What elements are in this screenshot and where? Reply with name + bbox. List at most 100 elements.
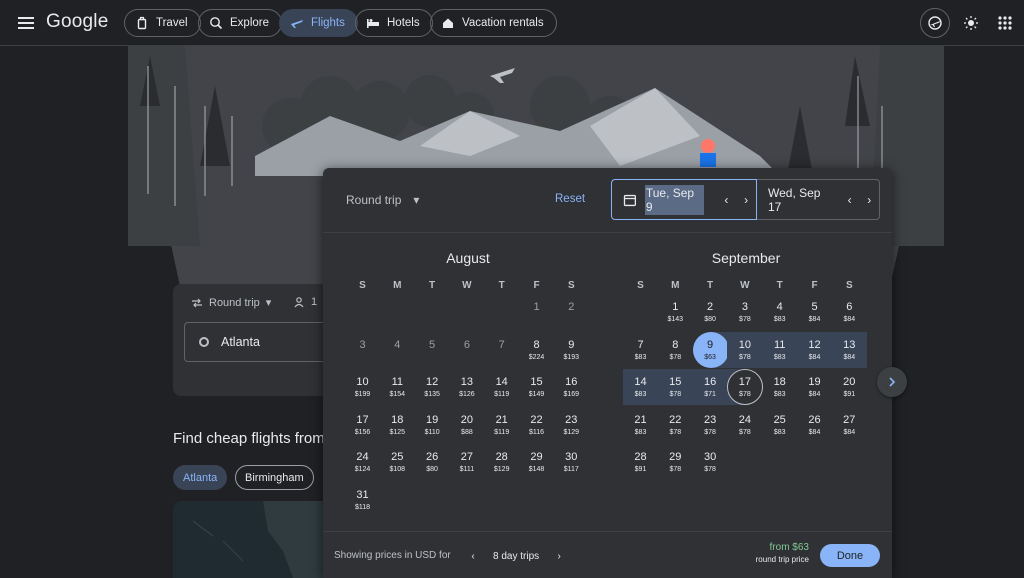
calendar-day[interactable]: 17 $156: [345, 407, 380, 443]
calendar-day[interactable]: 16 $169: [554, 369, 589, 405]
calendar-day[interactable]: 29 $148: [519, 444, 554, 480]
calendar-day[interactable]: 3 $78: [727, 294, 762, 330]
return-date-field[interactable]: Wed, Sep 17 ‹ ›: [757, 179, 880, 220]
done-button[interactable]: Done: [820, 544, 880, 567]
calendar-day[interactable]: 25 $108: [380, 444, 415, 480]
chevron-right-icon[interactable]: ›: [859, 190, 879, 210]
calendar-day[interactable]: 1 $143: [658, 294, 693, 330]
city-chip-birmingham[interactable]: Birmingham: [235, 465, 314, 490]
chevron-left-icon[interactable]: ‹: [463, 546, 483, 566]
day-number: 6: [463, 338, 470, 351]
nav-travel-label: Travel: [156, 17, 188, 29]
destination-map[interactable]: [173, 501, 323, 578]
day-price: $118: [354, 503, 371, 511]
calendar-day[interactable]: 13 $84: [831, 331, 867, 368]
calendar-day[interactable]: 12 $84: [797, 331, 832, 368]
calendar-day[interactable]: 13 $126: [449, 369, 484, 405]
calendar-day[interactable]: 28 $91: [623, 444, 658, 480]
calendar-day[interactable]: 19 $110: [415, 407, 450, 443]
calendar-day[interactable]: 26 $80: [415, 444, 450, 480]
day-number: 21: [634, 413, 647, 426]
calendar-day[interactable]: 10 $78: [727, 331, 763, 368]
nav-hotels[interactable]: Hotels: [355, 9, 433, 37]
calendar-day[interactable]: 22 $116: [519, 407, 554, 443]
city-chip-atlanta[interactable]: Atlanta: [173, 465, 228, 490]
day-price: $125: [389, 428, 406, 436]
nav-flights[interactable]: Flights: [279, 9, 358, 37]
calendar-day[interactable]: 14 $119: [484, 369, 519, 405]
calendar-day[interactable]: 9 $193: [554, 332, 589, 368]
trip-length-selector: ‹ 8 day trips ›: [463, 546, 569, 566]
calendar-day[interactable]: 5 $84: [797, 294, 832, 330]
calendar-day[interactable]: 27 $111: [449, 444, 484, 480]
calendar-day[interactable]: 11 $154: [380, 369, 415, 405]
trip-type-select[interactable]: Round trip ▾: [191, 296, 271, 309]
calendar-day[interactable]: 30 $117: [554, 444, 589, 480]
calendar-day[interactable]: 14 $83: [623, 369, 658, 405]
dialog-trip-type-select[interactable]: Round trip ▾: [346, 193, 419, 207]
calendar-day[interactable]: 29 $78: [658, 444, 693, 480]
day-number: 29: [530, 451, 543, 463]
next-month-button[interactable]: [877, 367, 907, 397]
calendar-day[interactable]: 25 $83: [762, 407, 797, 443]
calendar-day[interactable]: 11 $83: [762, 331, 798, 368]
day-number: 8: [672, 338, 679, 351]
day-number: 13: [843, 338, 856, 351]
calendar-day[interactable]: 26 $84: [797, 407, 832, 443]
calendar-day[interactable]: 17 $78: [727, 369, 764, 405]
calendar-day[interactable]: 27 $84: [832, 407, 867, 443]
nav-explore-label: Explore: [230, 17, 269, 29]
calendar-day[interactable]: 6 $84: [832, 294, 867, 330]
chevron-left-icon[interactable]: ‹: [716, 190, 736, 210]
calendar-day[interactable]: 30 $78: [693, 444, 728, 480]
calendar-day[interactable]: 10 $199: [345, 369, 380, 405]
weekday-header: T: [498, 280, 505, 291]
theme-toggle-icon[interactable]: [959, 11, 983, 35]
calendar-day[interactable]: 20 $88: [449, 407, 484, 443]
calendar-day[interactable]: 12 $135: [415, 369, 450, 405]
calendar-day[interactable]: 2 $80: [693, 294, 728, 330]
google-logo[interactable]: Google: [46, 11, 108, 33]
reset-button[interactable]: Reset: [555, 193, 585, 205]
calendar-day[interactable]: 28 $129: [484, 444, 519, 480]
chevron-left-icon[interactable]: ‹: [840, 190, 860, 210]
calendar-day[interactable]: 18 $83: [762, 369, 797, 405]
apps-grid-icon[interactable]: [993, 11, 1017, 35]
calendar-day[interactable]: 19 $84: [797, 369, 832, 405]
departure-date-field[interactable]: Tue, Sep 9 ‹ ›: [611, 179, 757, 220]
day-price: $83: [634, 353, 647, 361]
nav-explore[interactable]: Explore: [198, 9, 282, 37]
calendar-day[interactable]: 4 $83: [762, 294, 797, 330]
chevron-right-icon[interactable]: ›: [549, 546, 569, 566]
calendar-day[interactable]: 20 $91: [832, 369, 867, 405]
calendar-day[interactable]: 16 $71: [692, 369, 728, 405]
nav-travel[interactable]: Travel: [124, 9, 201, 37]
calendar-day[interactable]: 8 $78: [658, 332, 693, 368]
chevron-right-icon[interactable]: ›: [736, 190, 756, 210]
day-price: $143: [667, 316, 684, 323]
nav-vacation-rentals[interactable]: Vacation rentals: [430, 9, 557, 37]
calendar-day[interactable]: 22 $78: [658, 407, 693, 443]
day-price: $154: [389, 391, 406, 398]
day-price: $83: [773, 316, 786, 323]
calendar-day: 5: [415, 332, 450, 368]
day-number: 19: [425, 413, 439, 426]
calendar-day[interactable]: 15 $78: [657, 369, 693, 405]
calendar-day[interactable]: 8 $224: [519, 332, 554, 368]
day-number: 20: [843, 376, 856, 388]
calendar-day[interactable]: 24 $124: [345, 444, 380, 480]
calendar-day[interactable]: 21 $83: [623, 407, 658, 443]
calendar-day[interactable]: 15 $149: [519, 369, 554, 405]
calendar-day[interactable]: 18 $125: [380, 407, 415, 443]
calendar-day[interactable]: 24 $78: [727, 407, 762, 443]
calendar-day[interactable]: 7 $83: [623, 332, 658, 368]
calendar-day[interactable]: 9 $63: [692, 331, 729, 368]
calendar-day[interactable]: 31 $118: [345, 482, 380, 518]
account-avatar[interactable]: [920, 8, 950, 38]
calendar-day[interactable]: 21 $119: [484, 407, 519, 443]
calendar-day[interactable]: 23 $78: [693, 407, 728, 443]
passengers-select[interactable]: 1: [293, 296, 317, 308]
calendar-day[interactable]: 23 $129: [554, 407, 589, 443]
hamburger-menu-icon[interactable]: [16, 13, 36, 33]
calendar-icon: [623, 194, 637, 206]
